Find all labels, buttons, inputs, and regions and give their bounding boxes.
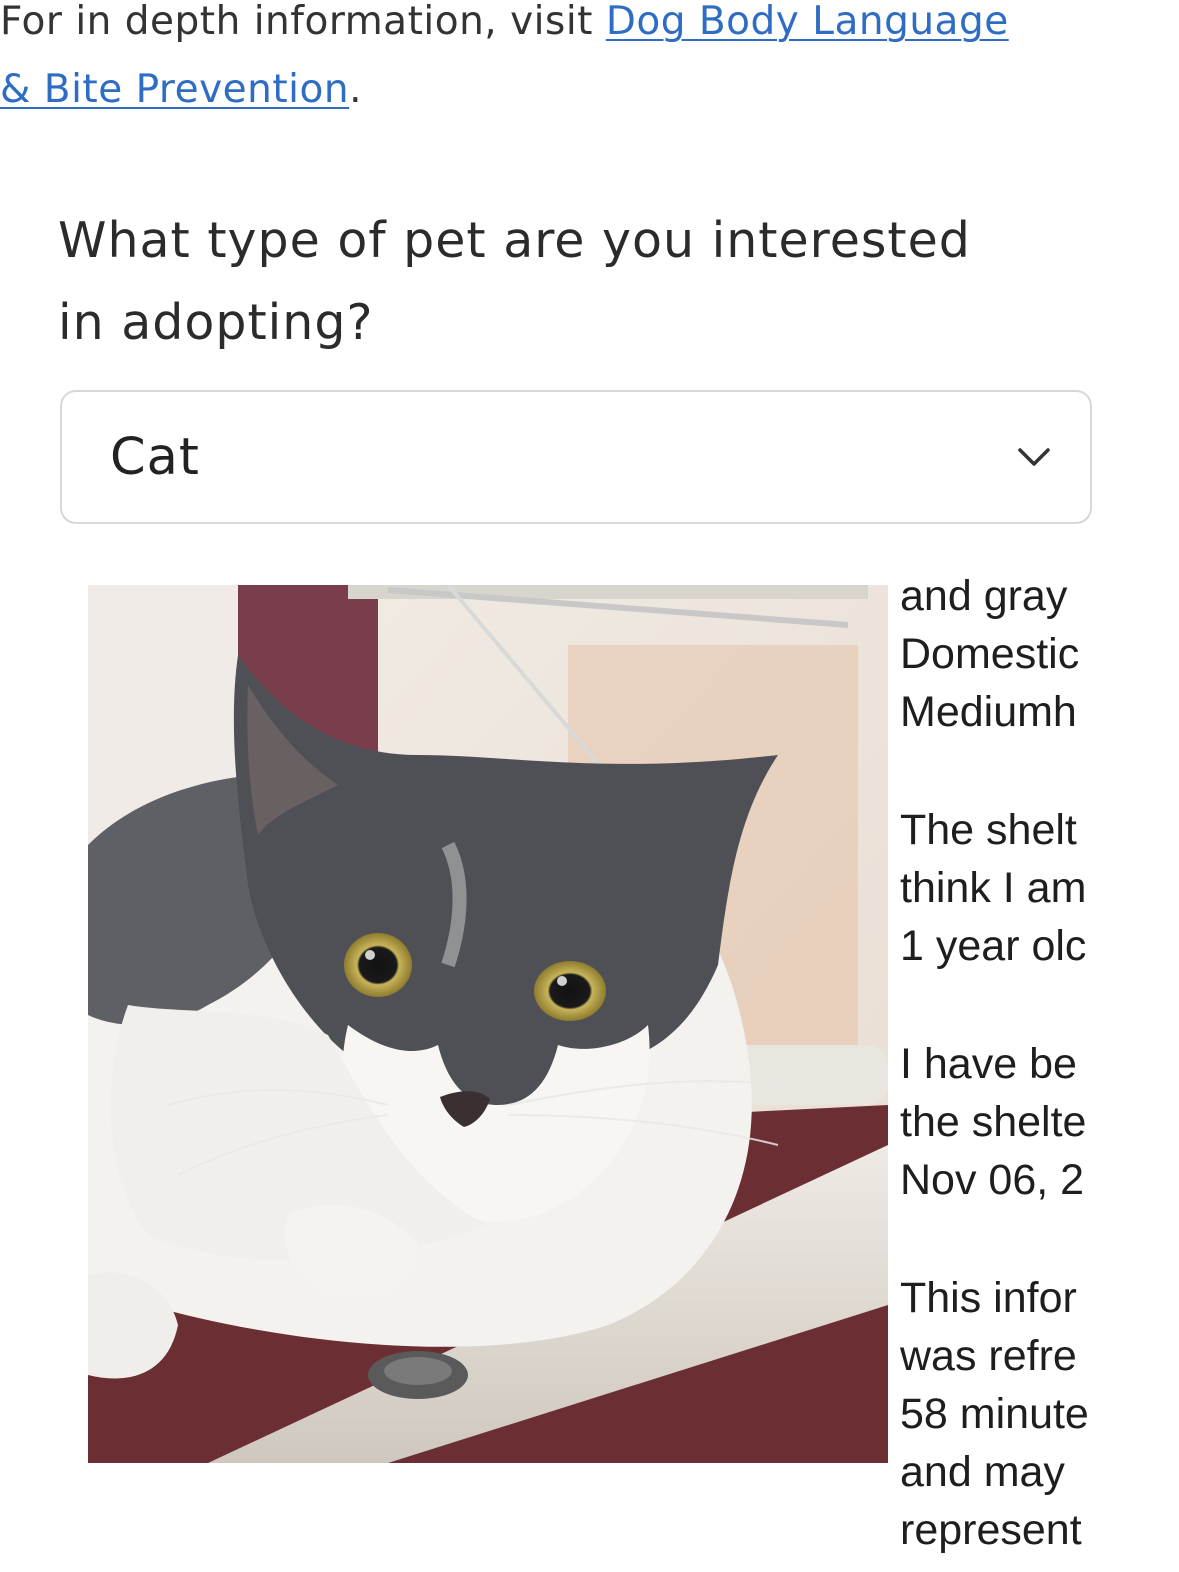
description-line: Mediumh [900,688,1077,736]
description-line: and may [900,1448,1065,1496]
description-line: The shelt [900,806,1077,854]
description-paragraph: I have be the shelte Nov 06, 2 [900,1035,1096,1209]
pet-photo[interactable] [88,585,888,1463]
description-line: was refre [900,1332,1077,1380]
description-line: Domestic [900,630,1080,678]
description-line: think I am [900,864,1087,912]
pet-type-select[interactable]: Cat [60,390,1092,524]
description-line: 1 year olc [900,922,1087,970]
pet-type-question: What type of pet are you interested in a… [58,200,1118,364]
question-line-1: What type of pet are you interested [58,212,971,269]
description-line: I have be [900,1040,1077,1088]
dog-body-language-link[interactable]: Dog Body Language [606,0,1009,44]
description-line: the shelte [900,1098,1087,1146]
intro-paragraph: For in depth information, visit Dog Body… [0,0,1179,124]
bite-prevention-link[interactable]: & Bite Prevention [0,67,349,112]
description-line: 58 minute [900,1390,1089,1438]
cat-photo-illustration [88,585,888,1463]
description-line: This infor [900,1274,1077,1322]
description-paragraph: The shelt think I am 1 year olc [900,801,1096,975]
intro-prefix: For in depth information, visit [0,0,606,44]
pet-type-selected-value: Cat [110,428,200,487]
description-line: represent [900,1506,1082,1554]
description-paragraph: This infor was refre 58 minute and may repre… [900,1269,1096,1559]
question-line-2: in adopting? [58,294,374,351]
intro-line-1: For in depth information, visit Dog Body… [0,0,1179,56]
pet-description: and gray Domestic Mediumh The shelt think I … [900,567,1096,1572]
intro-suffix: . [349,67,362,112]
intro-line-2: & Bite Prevention. [0,56,1179,124]
description-paragraph: and gray Domestic Mediumh [900,567,1096,741]
description-line: Nov 06, 2 [900,1156,1085,1204]
description-line: and gray [900,572,1068,620]
chevron-down-icon [1014,442,1054,472]
